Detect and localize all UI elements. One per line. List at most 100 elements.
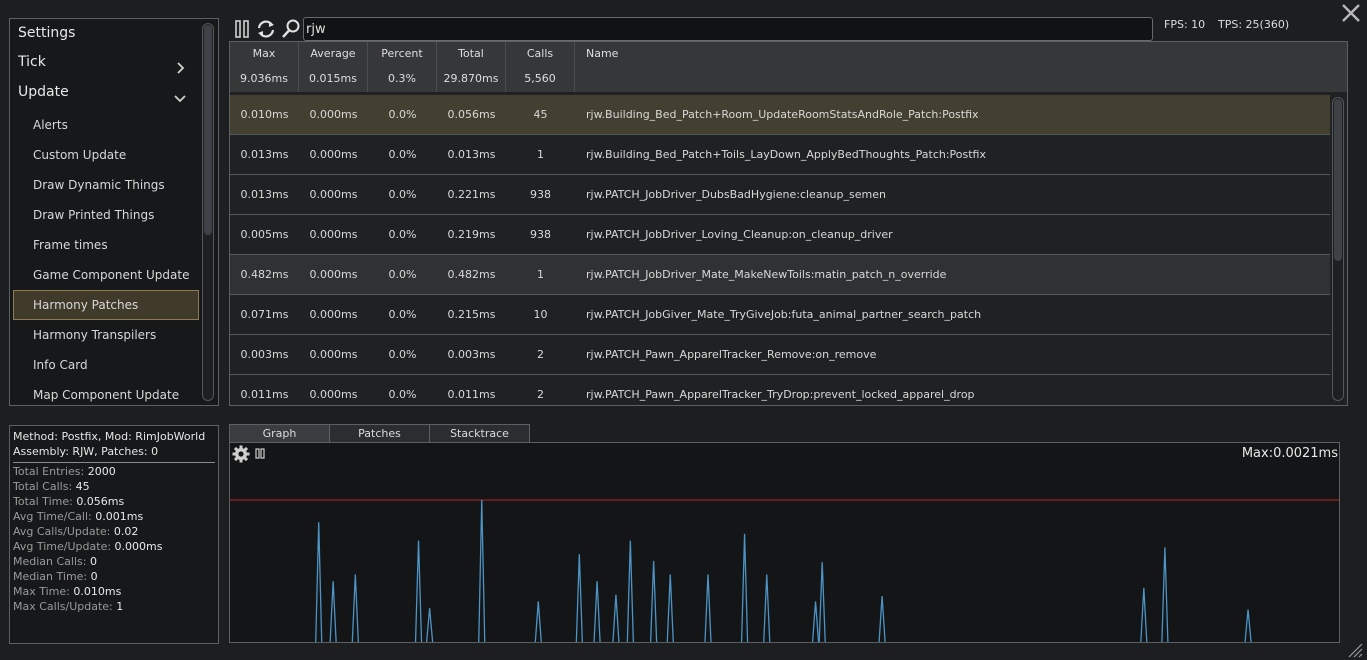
table-cell: 0.071ms: [240, 308, 289, 321]
category-item[interactable]: Info Card: [13, 350, 199, 380]
stat-label: Total Calls:: [13, 480, 76, 493]
column-header[interactable]: Total 29.870ms: [437, 42, 506, 92]
stat-line: Median Time: 0: [13, 569, 215, 584]
stat-label: Avg Calls/Update:: [13, 525, 114, 538]
stat-value: 0.056ms: [76, 495, 125, 508]
column-total: 29.870ms: [443, 72, 499, 85]
table-cell: rjw.PATCH_Pawn_ApparelTracker_Remove:on_…: [586, 348, 877, 361]
table-cell: 0.000ms: [309, 348, 358, 361]
table-row[interactable]: 0.010ms 0.000ms 0.0% 0.056ms 45 rjw.Building_…: [230, 95, 1330, 135]
category-item[interactable]: Game Component Update: [13, 260, 199, 290]
close-icon[interactable]: [1340, 2, 1362, 24]
graph-spike: [315, 522, 323, 642]
graph-spike: [593, 581, 601, 642]
gear-icon[interactable]: [232, 445, 250, 463]
patch-table: Max 9.036ms Average 0.015ms Percent 0.3% Total…: [229, 41, 1348, 406]
category-item[interactable]: Custom Update: [13, 140, 199, 170]
graph-pause-icon[interactable]: [254, 447, 266, 461]
stat-value: 45: [75, 480, 90, 493]
table-cell: rjw.PATCH_JobDriver_Loving_Cleanup:on_cl…: [586, 228, 893, 241]
category-scrollbar-thumb[interactable]: [204, 25, 212, 235]
table-scrollbar-thumb[interactable]: [1334, 99, 1342, 261]
table-cell: 0.000ms: [309, 308, 358, 321]
chevron-right-icon: [174, 56, 186, 74]
table-cell: rjw.Building_Bed_Patch+Toils_LayDown_App…: [586, 148, 986, 161]
column-title: Calls: [526, 47, 554, 60]
table-row[interactable]: 0.011ms 0.000ms 0.0% 0.011ms 2 rjw.PATCH_Pawn…: [230, 375, 1330, 405]
search-input[interactable]: [303, 17, 1153, 41]
column-title: Max: [252, 47, 276, 60]
column-header[interactable]: Name: [575, 42, 1347, 92]
assembly-info: Assembly: RJW, Patches: 0: [13, 445, 159, 458]
table-cell: 0.011ms: [240, 388, 289, 401]
category-item[interactable]: Alerts: [13, 110, 199, 140]
table-cell: 1: [537, 148, 544, 161]
stat-label: Total Time:: [13, 495, 77, 508]
graph-spike: [534, 601, 542, 642]
stat-value: 0.010ms: [73, 585, 122, 598]
table-cell: 938: [530, 228, 551, 241]
category-settings[interactable]: Settings: [18, 19, 208, 47]
category-item[interactable]: Draw Dynamic Things: [13, 170, 199, 200]
column-header[interactable]: Max 9.036ms: [230, 42, 299, 92]
graph-spike: [649, 560, 658, 642]
table-row[interactable]: 0.013ms 0.000ms 0.0% 0.013ms 1 rjw.Building_B…: [230, 135, 1330, 175]
category-item[interactable]: Frame times: [13, 230, 199, 260]
tab-patches[interactable]: Patches: [329, 424, 430, 443]
column-title: Name: [586, 47, 619, 60]
stat-line: Total Calls: 45: [13, 479, 215, 494]
table-cell: 0.0%: [388, 148, 417, 161]
table-row[interactable]: 0.482ms 0.000ms 0.0% 0.482ms 1 rjw.PATCH_JobD…: [230, 255, 1330, 295]
stat-line: Total Entries: 2000: [13, 464, 215, 479]
category-item[interactable]: Draw Printed Things: [13, 200, 199, 230]
table-cell: rjw.Building_Bed_Patch+Room_UpdateRoomSt…: [586, 108, 979, 121]
stat-line: Max Time: 0.010ms: [13, 584, 215, 599]
stat-label: Total Entries:: [13, 465, 88, 478]
stat-line: Total Time: 0.056ms: [13, 494, 215, 509]
table-row[interactable]: 0.013ms 0.000ms 0.0% 0.221ms 938 rjw.PATCH_Jo…: [230, 175, 1330, 215]
tab-graph[interactable]: Graph: [229, 424, 330, 443]
table-header: Max 9.036ms Average 0.015ms Percent 0.3% Total…: [230, 42, 1347, 92]
table-cell: 0.482ms: [240, 268, 289, 281]
category-item[interactable]: Map Component Update: [13, 380, 199, 405]
graph-spike: [878, 595, 886, 642]
table-row[interactable]: 0.005ms 0.000ms 0.0% 0.219ms 938 rjw.PATCH_Jo…: [230, 215, 1330, 255]
category-item[interactable]: Harmony Patches: [13, 290, 199, 320]
column-total: 0.3%: [388, 72, 416, 85]
resize-grip-icon[interactable]: [1345, 640, 1363, 658]
graph-spike: [1161, 547, 1169, 642]
category-update[interactable]: Update: [18, 78, 208, 106]
table-cell: rjw.PATCH_JobGiver_Mate_TryGiveJob:futa_…: [586, 308, 982, 321]
stat-line: Avg Time/Update: 0.000ms: [13, 539, 215, 554]
table-scrollbar[interactable]: [1332, 97, 1344, 401]
graph-spike: [351, 574, 359, 642]
table-cell: 0.000ms: [309, 108, 358, 121]
column-header[interactable]: Calls 5,560: [506, 42, 575, 92]
table-row[interactable]: 0.071ms 0.000ms 0.0% 0.215ms 10 rjw.PATCH_Job…: [230, 295, 1330, 335]
table-row[interactable]: 0.003ms 0.000ms 0.0% 0.003ms 2 rjw.PATCH_Pawn…: [230, 335, 1330, 375]
graph-spike: [1244, 609, 1252, 642]
category-label: Update: [18, 84, 69, 100]
table-cell: 0.0%: [388, 388, 417, 401]
tab-stacktrace[interactable]: Stacktrace: [429, 424, 530, 443]
column-header[interactable]: Percent 0.3%: [368, 42, 437, 92]
graph-spike: [811, 601, 820, 642]
chevron-down-icon: [174, 86, 186, 103]
table-cell: 0.011ms: [447, 388, 496, 401]
table-cell: 0.000ms: [309, 228, 358, 241]
column-header[interactable]: Average 0.015ms: [299, 42, 368, 92]
category-tick[interactable]: Tick: [18, 48, 208, 76]
table-cell: 0.056ms: [447, 108, 496, 121]
stat-label: Avg Time/Update:: [13, 540, 115, 553]
category-scrollbar[interactable]: [202, 23, 214, 401]
table-cell: 0.0%: [388, 108, 417, 121]
table-cell: 0.000ms: [309, 388, 358, 401]
pause-icon[interactable]: [231, 18, 253, 40]
table-cell: 0.0%: [388, 308, 417, 321]
column-title: Total: [458, 47, 484, 60]
refresh-icon[interactable]: [255, 18, 277, 40]
graph-spike: [740, 533, 749, 642]
graph-spike: [575, 554, 583, 642]
category-item[interactable]: Harmony Transpilers: [13, 320, 199, 350]
table-cell: 0.010ms: [240, 108, 289, 121]
